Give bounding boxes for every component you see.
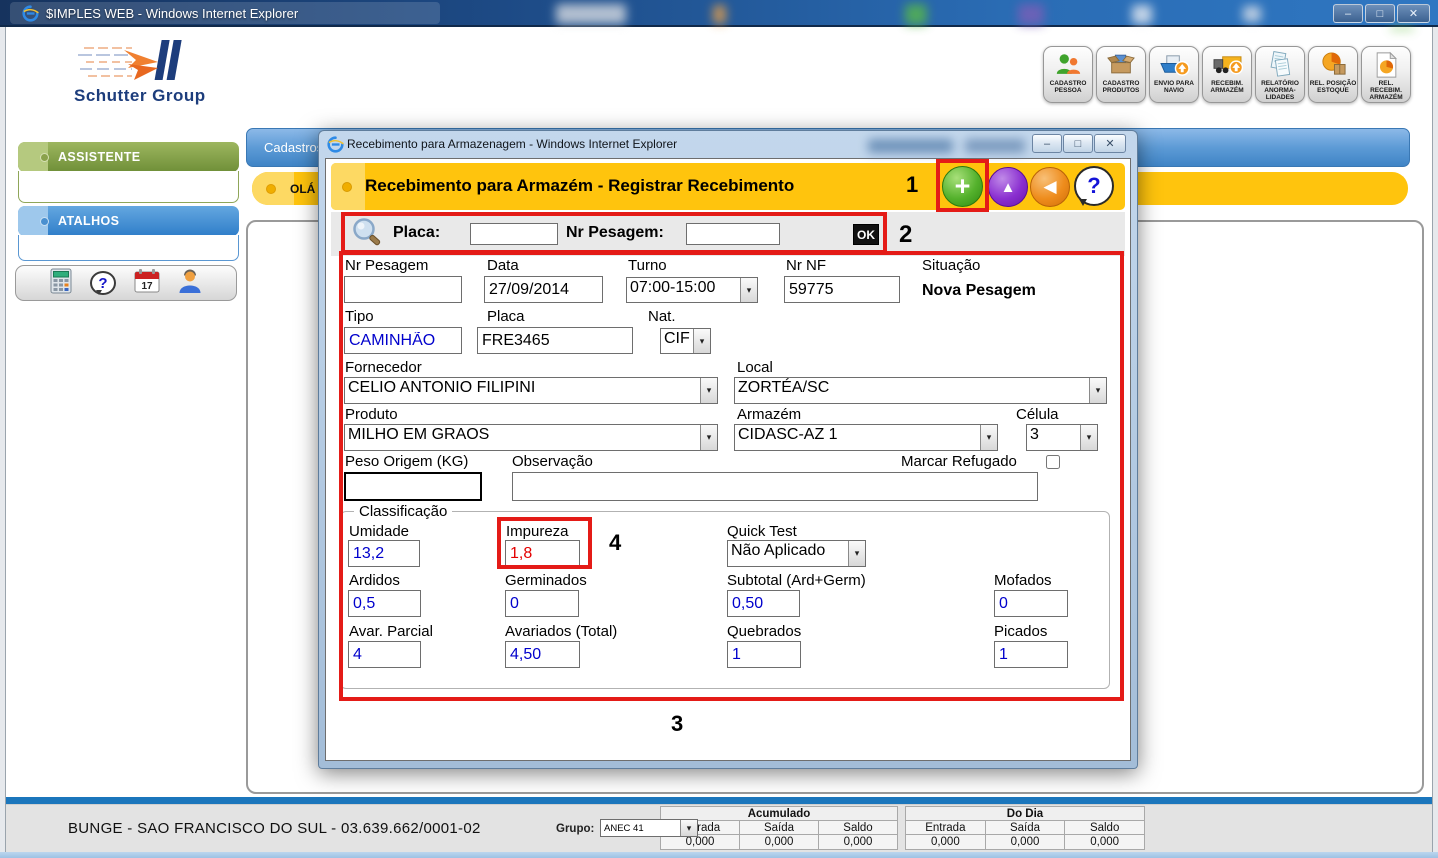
- annotation-box-2: [341, 212, 887, 254]
- chevron-down-icon: ▾: [680, 820, 697, 836]
- maximize-button[interactable]: □: [1365, 4, 1395, 23]
- toolbar-label: ENVIO PARA NAVIO: [1150, 80, 1198, 94]
- blurred-item: [1243, 6, 1261, 22]
- logo-text: Schutter Group: [74, 86, 206, 106]
- calendar-icon[interactable]: 17: [134, 268, 160, 299]
- footer-divider: [6, 797, 1432, 804]
- col-header: Entrada: [906, 821, 986, 835]
- blurred-item: [1390, 27, 1414, 30]
- user-icon[interactable]: [178, 268, 202, 299]
- toolbar-label: REL. RECEBIM. ARMAZÉM: [1362, 80, 1410, 101]
- toolbar-cadastro-pessoa[interactable]: CADASTRO PESSOA: [1043, 46, 1093, 103]
- back-button[interactable]: ◀: [1030, 167, 1070, 207]
- blurred-item: [1132, 5, 1152, 24]
- toolbar-cadastro-produtos[interactable]: CADASTRO PRODUTOS: [1096, 46, 1146, 103]
- toolbar-label: RELATÓRIO ANORMA- LIDADES: [1256, 80, 1304, 101]
- sidebar-item-assistente[interactable]: ASSISTENTE: [18, 142, 239, 172]
- up-button[interactable]: ▲: [988, 167, 1028, 207]
- blurred-item: [905, 4, 927, 25]
- col-header: Saída: [985, 821, 1065, 835]
- window-frame-left: [0, 27, 6, 858]
- pie-document-icon: [1374, 50, 1399, 79]
- annotation-number-1: 1: [906, 172, 918, 198]
- cell-value: 0,000: [819, 835, 898, 850]
- screen: $IMPLES WEB - Windows Internet Explorer …: [0, 0, 1438, 858]
- col-header: Saldo: [819, 821, 898, 835]
- chevron-dot-icon: [266, 184, 276, 194]
- col-header: Saída: [740, 821, 819, 835]
- sidebar-item-atalhos[interactable]: ATALHOS: [18, 206, 239, 236]
- pie-box-icon: [1319, 50, 1348, 79]
- cell-value: 0,000: [985, 835, 1065, 850]
- annotation-number-3: 3: [671, 711, 683, 737]
- sidebar-atalhos-label: ATALHOS: [58, 214, 119, 228]
- modal-close-button[interactable]: ✕: [1094, 134, 1126, 153]
- modal-minimize-button[interactable]: –: [1032, 134, 1062, 153]
- ie-icon: [327, 136, 344, 153]
- blurred-item: [868, 139, 953, 153]
- help-button[interactable]: ?: [1074, 166, 1114, 206]
- cell-value: 0,000: [740, 835, 819, 850]
- form-title: Recebimento para Armazém - Registrar Rec…: [365, 176, 794, 196]
- chevron-dot-icon: [342, 182, 352, 192]
- toolbar-relatorio-anormalidades[interactable]: RELATÓRIO ANORMA- LIDADES: [1255, 46, 1305, 103]
- products-box-icon: [1107, 50, 1135, 79]
- toolbar-label: CADASTRO PRODUTOS: [1097, 80, 1145, 94]
- table-title: Do Dia: [906, 807, 1145, 821]
- minimize-button[interactable]: –: [1333, 4, 1363, 23]
- toolbar-label: REL. POSIÇÃO ESTOQUE: [1309, 80, 1357, 94]
- close-button[interactable]: ✕: [1397, 4, 1430, 23]
- window-title: $IMPLES WEB - Windows Internet Explorer: [46, 6, 298, 21]
- toolbar-recebim-armazem[interactable]: RECEBIM. ARMAZÉM: [1202, 46, 1252, 103]
- blurred-item: [1018, 4, 1044, 25]
- calculator-icon[interactable]: [50, 268, 72, 299]
- modal-maximize-button[interactable]: □: [1063, 134, 1093, 153]
- grupo-value: ANEC 41: [601, 820, 680, 836]
- blurred-item: [713, 5, 726, 24]
- annotation-number-2: 2: [899, 221, 912, 249]
- ship-upload-icon: [1159, 50, 1190, 79]
- grupo-select[interactable]: ANEC 41 ▾: [600, 819, 698, 837]
- annotation-box-3: [339, 251, 1124, 701]
- nav-tab-cadastros[interactable]: Cadastros: [264, 140, 323, 155]
- blurred-item: [965, 139, 1025, 153]
- atalhos-panel: [18, 235, 239, 261]
- sidebar-assistente-label: ASSISTENTE: [58, 150, 141, 164]
- blurred-item: [556, 4, 626, 24]
- cell-value: 0,000: [906, 835, 986, 850]
- col-header: Saldo: [1065, 821, 1145, 835]
- sidebar-tray: ? 17: [15, 265, 237, 301]
- svg-text:17: 17: [141, 281, 153, 292]
- grupo-label: Grupo:: [556, 823, 594, 835]
- chevron-dot-icon: [40, 217, 49, 226]
- cell-value: 0,000: [1065, 835, 1145, 850]
- help-icon[interactable]: ?: [90, 271, 116, 295]
- people-icon: [1054, 50, 1082, 79]
- chevron-dot-icon: [40, 153, 49, 162]
- assistente-panel: [18, 171, 239, 203]
- modal-title: Recebimento para Armazenagem - Windows I…: [347, 137, 677, 151]
- window-frame-right: [1432, 27, 1438, 858]
- do-dia-table: Do Dia Entrada Saída Saldo 0,000 0,000 0…: [905, 806, 1145, 850]
- company-identifier: BUNGE - SAO FRANCISCO DO SUL - 03.639.66…: [68, 820, 481, 837]
- annotation-box-1: [936, 159, 989, 212]
- toolbar-label: CADASTRO PESSOA: [1044, 80, 1092, 94]
- toolbar-rel-recebim-armazem[interactable]: REL. RECEBIM. ARMAZÉM: [1361, 46, 1411, 103]
- taskbar-strip: [0, 852, 1438, 858]
- toolbar-envio-para-navio[interactable]: ENVIO PARA NAVIO: [1149, 46, 1199, 103]
- annotation-number-4: 4: [609, 530, 621, 556]
- toolbar-label: RECEBIM. ARMAZÉM: [1203, 80, 1251, 94]
- annotation-box-4: [497, 517, 592, 569]
- documents-icon: [1266, 50, 1295, 79]
- truck-upload-icon: [1212, 50, 1243, 79]
- ie-icon: [22, 5, 39, 22]
- toolbar-rel-posicao-estoque[interactable]: REL. POSIÇÃO ESTOQUE: [1308, 46, 1358, 103]
